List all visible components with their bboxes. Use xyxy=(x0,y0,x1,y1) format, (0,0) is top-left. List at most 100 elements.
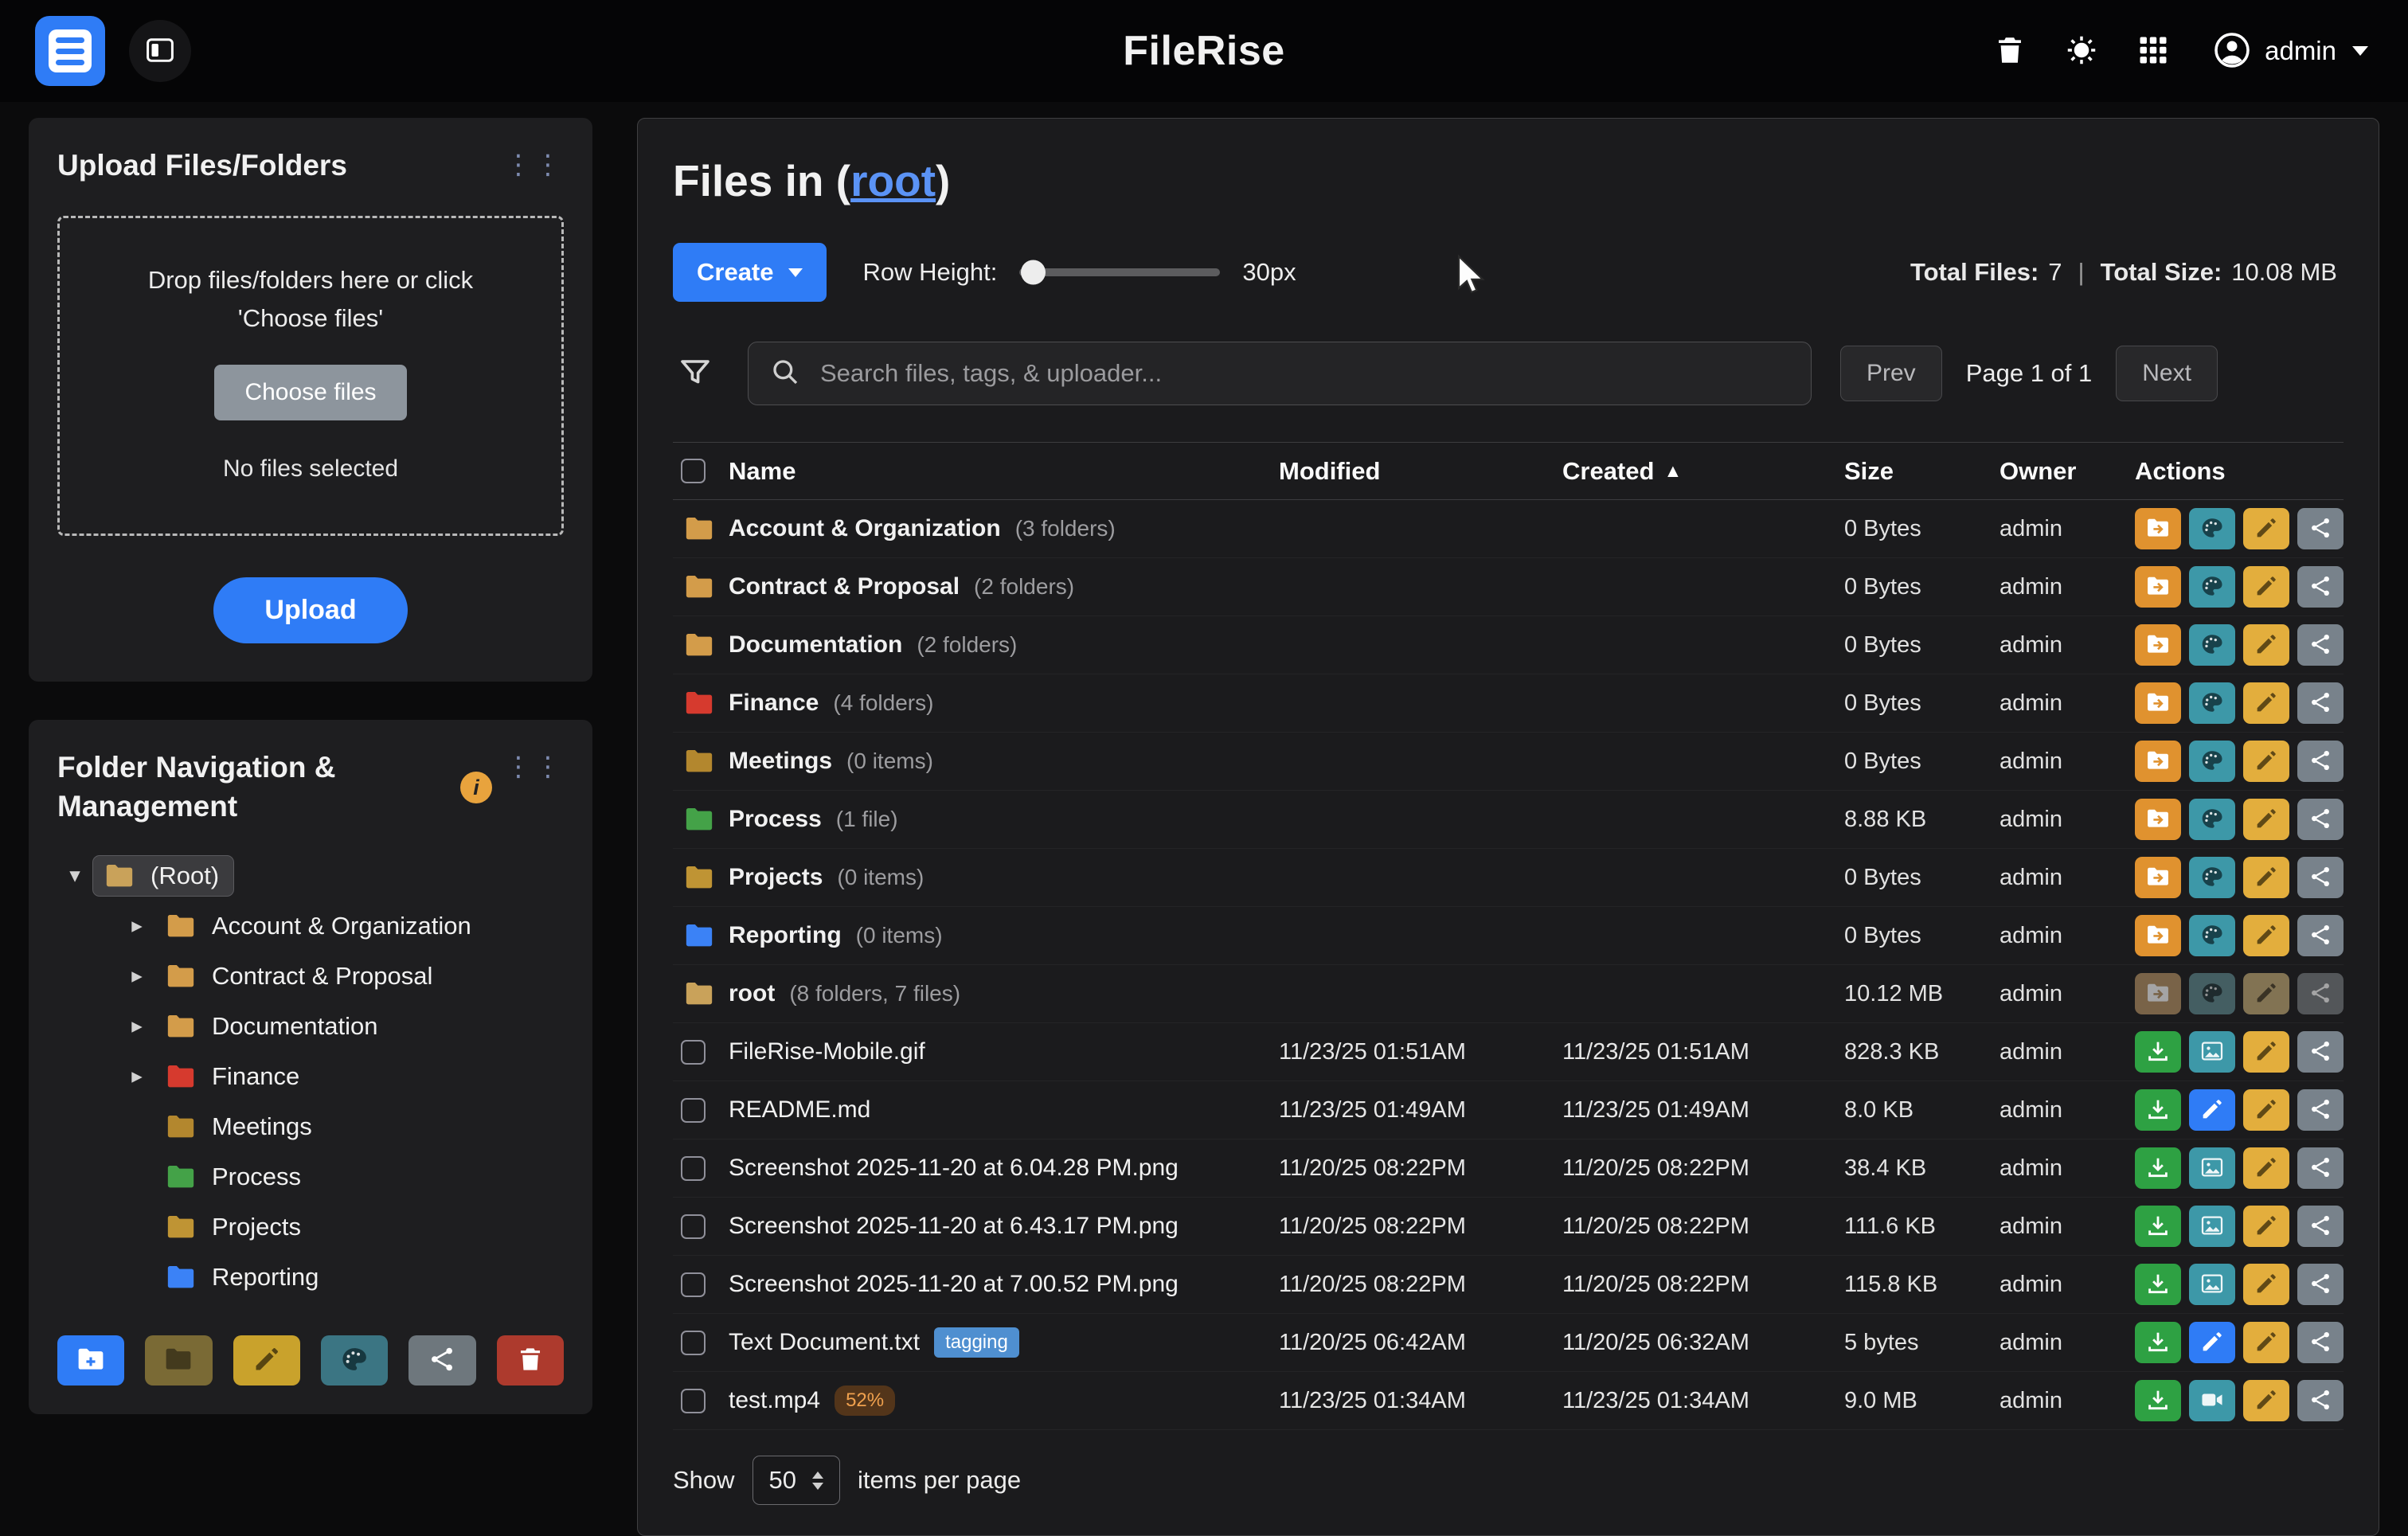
tree-item-finance[interactable]: ▸Finance xyxy=(57,1051,564,1101)
item-name[interactable]: FileRise-Mobile.gif xyxy=(729,1038,925,1065)
download-action[interactable] xyxy=(2135,1322,2181,1363)
download-action[interactable] xyxy=(2135,1089,2181,1131)
download-action[interactable] xyxy=(2135,1147,2181,1189)
share-action[interactable] xyxy=(2297,1264,2344,1305)
rename-action[interactable] xyxy=(2243,1264,2289,1305)
rename-action[interactable] xyxy=(2243,1380,2289,1421)
tree-item-process[interactable]: Process xyxy=(57,1151,564,1202)
file-row-test-mp4[interactable]: test.mp452%11/23/25 01:34AM11/23/25 01:3… xyxy=(673,1372,2344,1430)
item-name[interactable]: root xyxy=(729,980,775,1007)
folder-row-contract-proposal[interactable]: Contract & Proposal(2 folders)0 Bytesadm… xyxy=(673,558,2344,616)
layout-toggle-button[interactable] xyxy=(129,20,191,82)
folder-row-root[interactable]: root(8 folders, 7 files)10.12 MBadmin xyxy=(673,965,2344,1023)
folder-row-documentation[interactable]: Documentation(2 folders)0 Bytesadmin xyxy=(673,616,2344,674)
move-folder-button[interactable] xyxy=(145,1335,212,1386)
item-name[interactable]: Reporting xyxy=(729,922,842,949)
rename-action[interactable] xyxy=(2243,915,2289,956)
share-action[interactable] xyxy=(2297,857,2344,898)
color-tag-action[interactable] xyxy=(2189,915,2235,956)
share-action[interactable] xyxy=(2297,1206,2344,1247)
folder-row-account-organization[interactable]: Account & Organization(3 folders)0 Bytes… xyxy=(673,500,2344,558)
row-checkbox[interactable] xyxy=(681,1040,706,1065)
color-tag-action[interactable] xyxy=(2189,566,2235,608)
item-name[interactable]: Projects xyxy=(729,864,823,891)
tree-caret-icon[interactable]: ▸ xyxy=(119,1014,154,1038)
rename-action[interactable] xyxy=(2243,741,2289,782)
share-action[interactable] xyxy=(2297,1380,2344,1421)
share-action[interactable] xyxy=(2297,915,2344,956)
rename-action[interactable] xyxy=(2243,799,2289,840)
tree-item-projects[interactable]: Projects xyxy=(57,1202,564,1252)
share-action[interactable] xyxy=(2297,1089,2344,1131)
rename-action[interactable] xyxy=(2243,682,2289,724)
folder-color-button[interactable] xyxy=(321,1335,388,1386)
preview-action[interactable] xyxy=(2189,1264,2235,1305)
drag-handle-icon[interactable]: ⋮⋮ xyxy=(505,147,564,178)
row-checkbox[interactable] xyxy=(681,1389,706,1413)
share-action[interactable] xyxy=(2297,1031,2344,1073)
search-input[interactable] xyxy=(819,358,1790,389)
file-row-text-document-txt[interactable]: Text Document.txttagging11/20/25 06:42AM… xyxy=(673,1314,2344,1372)
tree-caret-icon[interactable]: ▸ xyxy=(119,963,154,988)
download-action[interactable] xyxy=(2135,1206,2181,1247)
item-name[interactable]: Contract & Proposal xyxy=(729,573,960,600)
preview-action[interactable] xyxy=(2189,1031,2235,1073)
tree-caret-icon[interactable]: ▸ xyxy=(119,913,154,938)
file-row-filerise-mobile-gif[interactable]: FileRise-Mobile.gif11/23/25 01:51AM11/23… xyxy=(673,1023,2344,1081)
folder-row-meetings[interactable]: Meetings(0 items)0 Bytesadmin xyxy=(673,733,2344,791)
row-height-slider[interactable] xyxy=(1019,268,1220,276)
share-action[interactable] xyxy=(2297,973,2344,1014)
tree-item-account-organization[interactable]: ▸Account & Organization xyxy=(57,901,564,951)
color-tag-action[interactable] xyxy=(2189,624,2235,666)
item-name[interactable]: Screenshot 2025-11-20 at 7.00.52 PM.png xyxy=(729,1271,1179,1298)
tree-item-reporting[interactable]: Reporting xyxy=(57,1252,564,1302)
item-name[interactable]: Screenshot 2025-11-20 at 6.04.28 PM.png xyxy=(729,1155,1179,1182)
tree-item-root[interactable]: ▾(Root) xyxy=(57,850,564,901)
row-checkbox[interactable] xyxy=(681,1156,706,1181)
tree-caret-icon[interactable]: ▾ xyxy=(57,863,92,888)
share-action[interactable] xyxy=(2297,682,2344,724)
drag-handle-icon[interactable]: ⋮⋮ xyxy=(505,748,564,780)
color-tag-action[interactable] xyxy=(2189,799,2235,840)
tree-caret-icon[interactable]: ▸ xyxy=(119,1064,154,1088)
rename-action[interactable] xyxy=(2243,508,2289,549)
rename-action[interactable] xyxy=(2243,1206,2289,1247)
file-row-screenshot-2025-11-20-at-6-04-28-pm-png[interactable]: Screenshot 2025-11-20 at 6.04.28 PM.png1… xyxy=(673,1139,2344,1198)
download-action[interactable] xyxy=(2135,1264,2181,1305)
folder-row-projects[interactable]: Projects(0 items)0 Bytesadmin xyxy=(673,849,2344,907)
item-name[interactable]: Documentation xyxy=(729,631,902,659)
share-action[interactable] xyxy=(2297,1322,2344,1363)
rename-action[interactable] xyxy=(2243,857,2289,898)
trash-button[interactable] xyxy=(1992,33,2027,70)
items-per-page-select[interactable]: 50 xyxy=(752,1456,840,1505)
tree-item-contract-proposal[interactable]: ▸Contract & Proposal xyxy=(57,951,564,1001)
item-name[interactable]: Screenshot 2025-11-20 at 6.43.17 PM.png xyxy=(729,1213,1179,1240)
rename-action[interactable] xyxy=(2243,973,2289,1014)
rename-action[interactable] xyxy=(2243,566,2289,608)
row-checkbox[interactable] xyxy=(681,1331,706,1355)
item-name[interactable]: Process xyxy=(729,806,822,833)
user-menu[interactable]: admin xyxy=(2207,29,2373,73)
preview-action[interactable] xyxy=(2189,1147,2235,1189)
edit-action[interactable] xyxy=(2189,1089,2235,1131)
move-folder-action[interactable] xyxy=(2135,508,2181,549)
download-action[interactable] xyxy=(2135,1031,2181,1073)
root-folder-link[interactable]: root xyxy=(850,156,936,205)
file-row-screenshot-2025-11-20-at-7-00-52-pm-png[interactable]: Screenshot 2025-11-20 at 7.00.52 PM.png1… xyxy=(673,1256,2344,1314)
rename-action[interactable] xyxy=(2243,1322,2289,1363)
column-header-size[interactable]: Size xyxy=(1844,457,2000,486)
move-folder-action[interactable] xyxy=(2135,566,2181,608)
create-button[interactable]: Create xyxy=(673,243,827,302)
preview-action[interactable] xyxy=(2189,1206,2235,1247)
prev-page-button[interactable]: Prev xyxy=(1840,346,1942,401)
color-tag-action[interactable] xyxy=(2189,973,2235,1014)
move-folder-action[interactable] xyxy=(2135,741,2181,782)
column-header-modified[interactable]: Modified xyxy=(1279,457,1562,486)
slider-thumb[interactable] xyxy=(1021,260,1046,285)
move-folder-action[interactable] xyxy=(2135,624,2181,666)
move-folder-action[interactable] xyxy=(2135,682,2181,724)
row-checkbox[interactable] xyxy=(681,1214,706,1239)
share-action[interactable] xyxy=(2297,741,2344,782)
share-action[interactable] xyxy=(2297,1147,2344,1189)
color-tag-action[interactable] xyxy=(2189,857,2235,898)
